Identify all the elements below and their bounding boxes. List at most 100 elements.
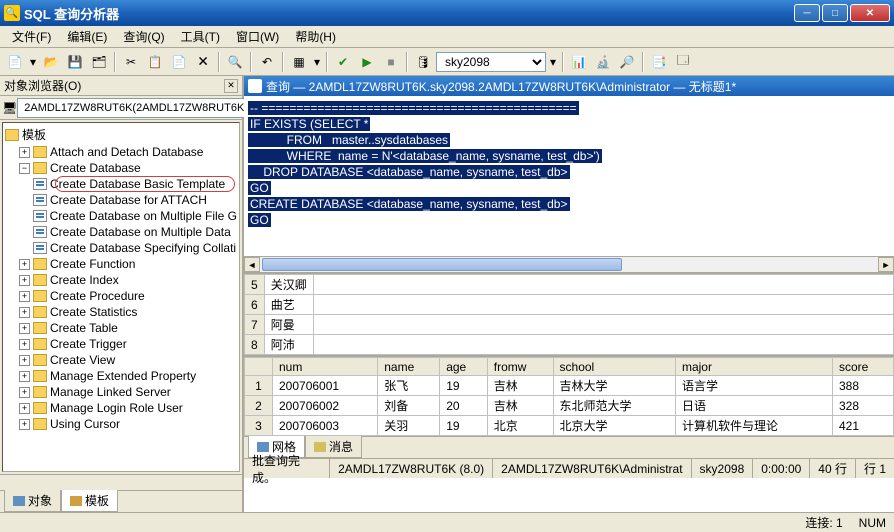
open-icon[interactable]: 📂: [40, 51, 62, 73]
tab-templates[interactable]: 模板: [61, 490, 118, 512]
tree-item[interactable]: +Create Index: [5, 272, 237, 288]
expand-icon[interactable]: +: [19, 275, 30, 286]
save-icon[interactable]: 💾: [64, 51, 86, 73]
clear-icon[interactable]: 🗙: [192, 51, 214, 73]
menu-query[interactable]: 查询(Q): [115, 26, 172, 47]
tree-item[interactable]: −Create Database: [5, 160, 237, 176]
tree-item[interactable]: + Create Function: [5, 256, 237, 272]
parse-icon[interactable]: ✔: [332, 51, 354, 73]
save-all-icon[interactable]: 🗂: [88, 51, 110, 73]
column-header[interactable]: num: [273, 358, 378, 376]
tree-item[interactable]: +Create Procedure: [5, 288, 237, 304]
table-row[interactable]: 8阿沛: [245, 335, 894, 355]
scroll-right-icon[interactable]: ►: [878, 257, 894, 272]
undo-icon[interactable]: ↶: [256, 51, 278, 73]
tab-objects[interactable]: 对象: [4, 490, 61, 512]
table-row[interactable]: 1200706001张飞19吉林吉林大学语言学388: [245, 376, 894, 396]
tree-item[interactable]: Create Database Specifying Collati: [5, 240, 237, 256]
expand-icon[interactable]: +: [19, 387, 30, 398]
estimated-plan-icon[interactable]: 📊: [568, 51, 590, 73]
menu-help[interactable]: 帮助(H): [287, 26, 344, 47]
close-button[interactable]: ✕: [850, 4, 890, 22]
expand-icon[interactable]: +: [19, 339, 30, 350]
tree-item[interactable]: +Create Statistics: [5, 304, 237, 320]
expand-icon[interactable]: +: [19, 291, 30, 302]
expand-icon[interactable]: +: [19, 419, 30, 430]
tree-hscroll[interactable]: [0, 474, 242, 490]
tree-item[interactable]: +Create Trigger: [5, 336, 237, 352]
scroll-left-icon[interactable]: ◄: [244, 257, 260, 272]
execute-icon[interactable]: ▶: [356, 51, 378, 73]
trace-icon[interactable]: 🔬: [592, 51, 614, 73]
sql-editor[interactable]: -- =====================================…: [244, 96, 894, 274]
editor-hscroll[interactable]: ◄ ►: [244, 256, 894, 272]
expand-icon[interactable]: +: [19, 307, 30, 318]
scroll-thumb[interactable]: [262, 258, 622, 271]
dropdown-icon[interactable]: ▾: [312, 51, 322, 73]
new-query-icon[interactable]: 📄: [4, 51, 26, 73]
object-browser-icon[interactable]: 🔎: [616, 51, 638, 73]
column-header[interactable]: school: [553, 358, 675, 376]
tree-item[interactable]: Create Database for ATTACH: [5, 192, 237, 208]
show-results-icon[interactable]: 📑: [648, 51, 670, 73]
tree-item[interactable]: Create Database Basic Template: [5, 176, 237, 192]
tree-item[interactable]: +Attach and Detach Database: [5, 144, 237, 160]
tree-item[interactable]: +Using Cursor: [5, 416, 237, 432]
tree-item[interactable]: Create Database on Multiple Data: [5, 224, 237, 240]
table-row[interactable]: 5关汉卿: [245, 275, 894, 295]
menu-edit[interactable]: 编辑(E): [59, 26, 115, 47]
status-rows: 40 行: [810, 459, 856, 478]
table-row[interactable]: 3200706003关羽19北京北京大学计算机软件与理论421: [245, 416, 894, 436]
column-header[interactable]: fromw: [487, 358, 553, 376]
tree-item[interactable]: +Manage Extended Property: [5, 368, 237, 384]
expand-icon[interactable]: +: [19, 147, 30, 158]
column-header[interactable]: score: [832, 358, 893, 376]
tree-label: Create Function: [50, 257, 135, 271]
cell: 吉林大学: [553, 376, 675, 396]
tree-root[interactable]: 模板: [5, 125, 237, 144]
table-row[interactable]: 6曲艺: [245, 295, 894, 315]
paste-icon[interactable]: 📄: [168, 51, 190, 73]
dropdown-icon[interactable]: ▾: [548, 51, 558, 73]
tree-item[interactable]: Create Database on Multiple File G: [5, 208, 237, 224]
tree-item[interactable]: +Manage Login Role User: [5, 400, 237, 416]
window-list-icon[interactable]: 🗔: [672, 51, 694, 73]
table-row[interactable]: 2200706002刘备20吉林东北师范大学日语328: [245, 396, 894, 416]
tree-item[interactable]: +Create View: [5, 352, 237, 368]
database-combo[interactable]: sky2098: [436, 52, 546, 72]
tree-item[interactable]: + Manage Linked Server: [5, 384, 237, 400]
column-header[interactable]: name: [378, 358, 440, 376]
menu-window[interactable]: 窗口(W): [228, 26, 287, 47]
panel-title: 对象浏览器(O): [4, 77, 224, 94]
panel-close-icon[interactable]: ✕: [224, 79, 238, 93]
table-row[interactable]: 7阿曼: [245, 315, 894, 335]
minimize-button[interactable]: ─: [794, 4, 820, 22]
menu-tools[interactable]: 工具(T): [173, 26, 228, 47]
column-header[interactable]: major: [675, 358, 832, 376]
menu-file[interactable]: 文件(F): [4, 26, 59, 47]
maximize-button[interactable]: □: [822, 4, 848, 22]
tree-label: Manage Linked Server: [50, 385, 171, 399]
expand-icon[interactable]: +: [19, 259, 30, 270]
find-icon[interactable]: 🔍: [224, 51, 246, 73]
expand-icon[interactable]: −: [19, 163, 30, 174]
dropdown-icon[interactable]: ▾: [28, 51, 38, 73]
server-combo[interactable]: 2AMDL17ZW8RUT6K(2AMDL17ZW8RUT6K: [17, 98, 264, 118]
template-icon: [33, 226, 47, 238]
column-header[interactable]: age: [440, 358, 488, 376]
tree-label: Create Database for ATTACH: [50, 193, 207, 207]
copy-icon[interactable]: 📋: [144, 51, 166, 73]
cut-icon[interactable]: ✂: [120, 51, 142, 73]
stop-icon[interactable]: ■: [380, 51, 402, 73]
rownum-cell: 7: [245, 315, 265, 335]
panel-tabs: 对象 模板: [0, 490, 242, 512]
expand-icon[interactable]: +: [19, 371, 30, 382]
tree-item[interactable]: +Create Table: [5, 320, 237, 336]
cell: 关羽: [378, 416, 440, 436]
expand-icon[interactable]: +: [19, 355, 30, 366]
folder-icon: [33, 162, 47, 174]
expand-icon[interactable]: +: [19, 403, 30, 414]
cell: [313, 275, 893, 295]
expand-icon[interactable]: +: [19, 323, 30, 334]
layout-icon[interactable]: ▦: [288, 51, 310, 73]
